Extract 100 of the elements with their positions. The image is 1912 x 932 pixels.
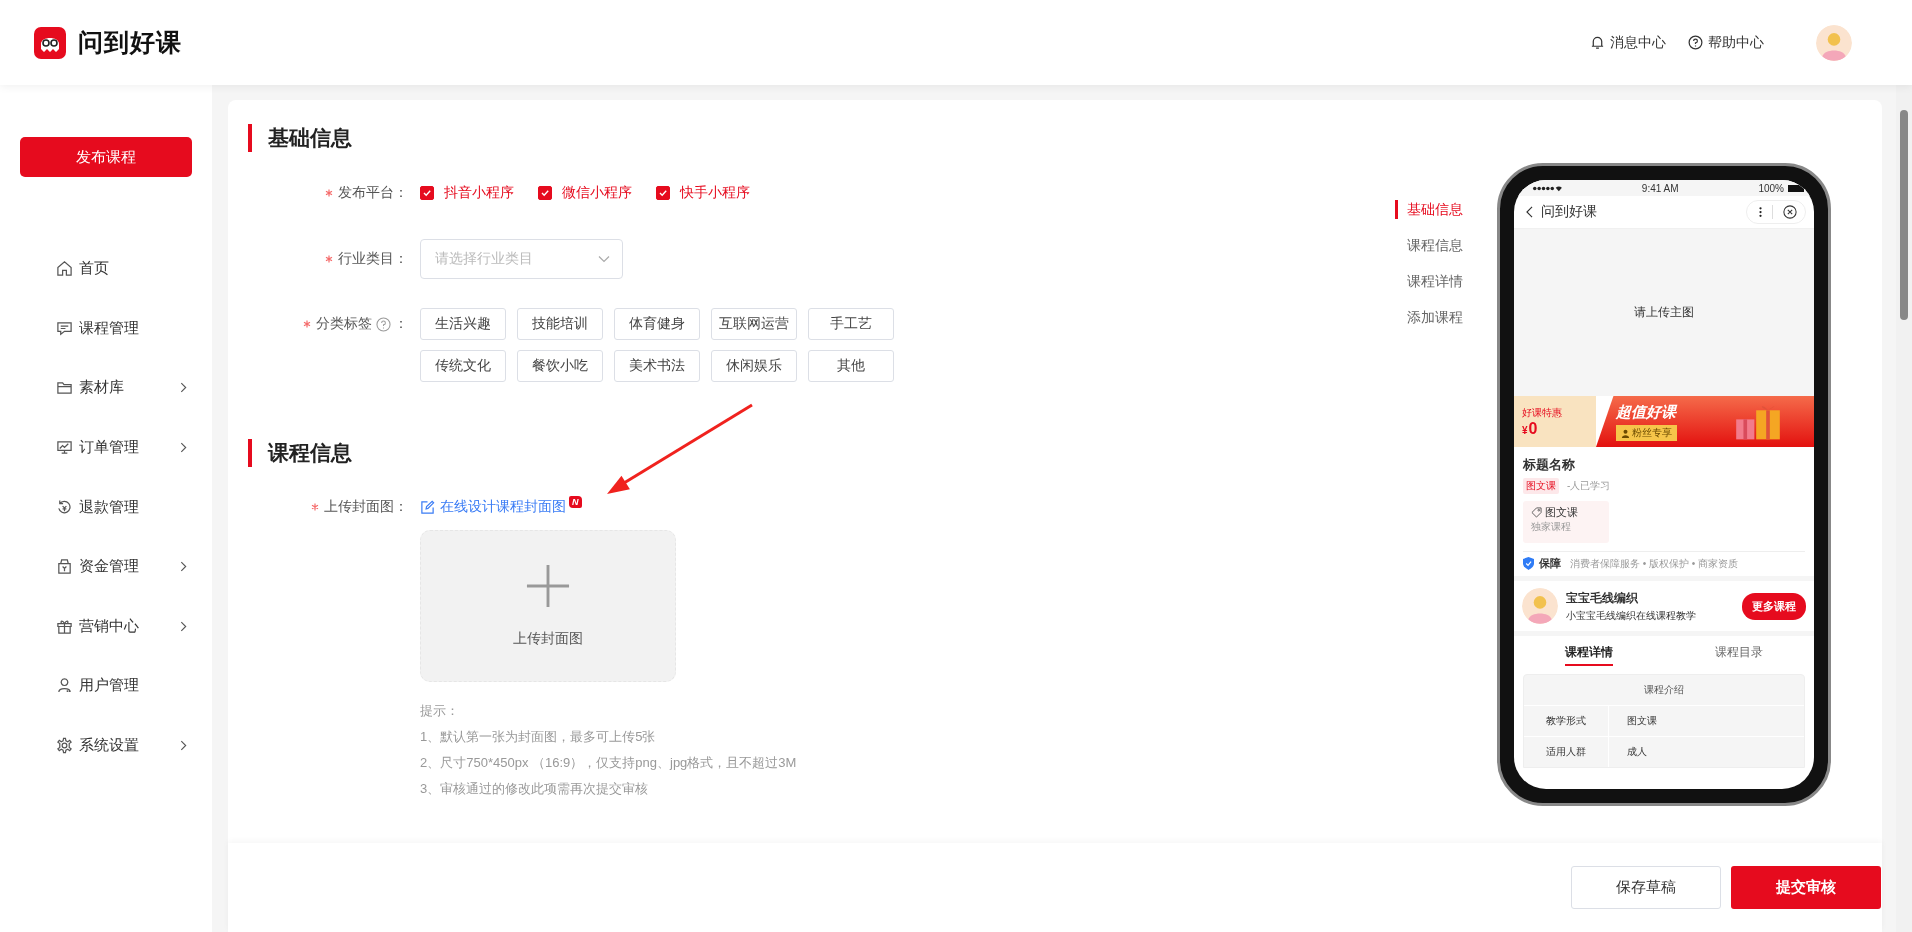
sidebar-item[interactable]: 素材库	[0, 358, 212, 418]
preview-tab[interactable]: 课程目录	[1715, 644, 1763, 666]
feature-subtitle: 独家课程	[1531, 520, 1572, 534]
logo-text: 问到好课	[78, 27, 182, 58]
chevron-icon	[180, 740, 187, 752]
field-label: 分类标签	[316, 315, 372, 333]
category-tag[interactable]: 互联网运营	[711, 308, 797, 340]
checkbox[interactable]	[656, 186, 670, 200]
logo-icon	[34, 26, 66, 59]
preview-tab[interactable]: 课程详情	[1565, 644, 1613, 666]
label-colon: ：	[394, 315, 408, 333]
sidebar-item[interactable]: 资金管理	[0, 536, 212, 597]
avatar	[1522, 588, 1558, 624]
badge-label: 粉丝专享	[1632, 426, 1672, 440]
sidebar-item[interactable]: 退款管理	[0, 477, 212, 537]
platform-option[interactable]: 快手小程序	[656, 184, 750, 202]
field-label: 上传封面图：	[324, 498, 408, 516]
category-tag[interactable]: 生活兴趣	[420, 308, 506, 340]
table-header: 课程介绍	[1643, 683, 1685, 697]
sidebar-item[interactable]: 营销中心	[0, 596, 212, 657]
category-tag[interactable]: 其他	[808, 350, 894, 382]
more-courses-button[interactable]: 更多课程	[1742, 592, 1806, 620]
section-title: 课程信息	[248, 439, 1395, 467]
chevron-icon	[180, 561, 187, 573]
category-tag[interactable]: 体育健身	[614, 308, 700, 340]
learners-count: -人已学习	[1567, 479, 1611, 493]
header-link[interactable]: 消息中心	[1590, 33, 1666, 52]
type-tag: 图文课	[1523, 478, 1559, 494]
new-badge: N	[569, 496, 582, 508]
submit-button[interactable]: 提交审核	[1731, 866, 1881, 909]
checkbox[interactable]	[538, 186, 552, 200]
scrollbar[interactable]	[1896, 85, 1912, 932]
scrollbar-thumb[interactable]	[1900, 110, 1908, 320]
hint-text: 2、尺寸750*450px （16:9），仅支持png、jpg格式，且不超过3M	[420, 754, 797, 772]
header-link[interactable]: 帮助中心	[1688, 33, 1764, 52]
avatar	[1816, 24, 1852, 61]
battery-icon	[1788, 184, 1804, 192]
guarantee-text: 消费者保障服务 • 版权保护 • 商家资质	[1570, 556, 1739, 571]
section-title: 基础信息	[248, 124, 1395, 152]
category-tag[interactable]: 餐饮小吃	[517, 350, 603, 382]
signal-icon	[1532, 184, 1562, 192]
chevron-icon	[180, 382, 187, 394]
bell-icon	[1590, 35, 1605, 50]
upload-cover-button[interactable]: 上传封面图	[420, 530, 676, 682]
guarantee-label: 保障	[1539, 556, 1561, 571]
check-icon	[540, 188, 550, 198]
tag-icon	[1531, 507, 1542, 518]
anchor-link[interactable]: 基础信息	[1395, 200, 1475, 219]
chevron-icon	[180, 620, 187, 632]
check-icon	[422, 188, 432, 198]
platform-option[interactable]: 微信小程序	[538, 184, 632, 202]
sidebar-item[interactable]: 课程管理	[0, 298, 212, 359]
back-icon[interactable]	[1526, 206, 1533, 218]
sidebar-item[interactable]: 用户管理	[0, 656, 212, 716]
category-tag[interactable]: 休闲娱乐	[711, 350, 797, 382]
anchor-link[interactable]: 添加课程	[1395, 308, 1475, 327]
plus-icon	[526, 564, 570, 608]
shield-icon	[1523, 557, 1534, 570]
table-cell: 适用人群	[1524, 737, 1609, 767]
close-icon	[1783, 205, 1797, 219]
anchor-link[interactable]: 课程信息	[1395, 236, 1475, 255]
category-tag[interactable]: 美术书法	[614, 350, 700, 382]
checkbox[interactable]	[420, 186, 434, 200]
feature-title: 图文课	[1545, 505, 1578, 520]
promo-title: 超值好课	[1616, 403, 1677, 422]
course-title: 标题名称	[1522, 456, 1576, 474]
help-icon[interactable]	[376, 316, 391, 332]
monitor-icon	[56, 439, 73, 457]
price: ¥0	[1522, 419, 1539, 438]
field-label: 行业类目：	[338, 250, 408, 268]
battery-text: 100%	[1758, 182, 1784, 194]
sidebar-item[interactable]: 订单管理	[0, 417, 212, 478]
category-tag[interactable]: 手工艺	[808, 308, 894, 340]
sidebar-item[interactable]: 首页	[0, 239, 212, 299]
anchor-link[interactable]: 课程详情	[1395, 272, 1475, 291]
table-cell: 教学形式	[1524, 706, 1609, 736]
table-cell-text: 图文课	[1626, 714, 1657, 728]
category-tag[interactable]: 传统文化	[420, 350, 506, 382]
sidebar-item[interactable]: 系统设置	[0, 715, 212, 776]
status-time: 9:41 AM	[1641, 182, 1679, 194]
table-cell-text: 成人	[1626, 745, 1647, 759]
home-icon	[56, 260, 73, 278]
edit-icon	[420, 499, 435, 515]
image-placeholder[interactable]: 请上传主图	[1514, 229, 1814, 396]
check-icon	[658, 188, 668, 198]
miniapp-title: 问到好课	[1541, 203, 1598, 221]
user-icon	[56, 677, 73, 695]
design-cover-link[interactable]: 在线设计课程封面图	[440, 498, 566, 516]
hint-text: 3、审核通过的修改此项需再次提交审核	[420, 780, 650, 798]
platform-option[interactable]: 抖音小程序	[420, 184, 514, 202]
wallet-icon	[56, 558, 73, 576]
promo-label: 好课特惠	[1522, 405, 1563, 420]
more-icon	[1759, 206, 1762, 218]
field-label: 发布平台：	[338, 184, 408, 202]
gear-icon	[56, 737, 73, 755]
publish-button[interactable]: 发布课程	[20, 137, 192, 177]
help-icon	[1688, 35, 1703, 50]
save-draft-button[interactable]: 保存草稿	[1571, 866, 1721, 909]
category-tag[interactable]: 技能培训	[517, 308, 603, 340]
folder-icon	[56, 379, 73, 397]
